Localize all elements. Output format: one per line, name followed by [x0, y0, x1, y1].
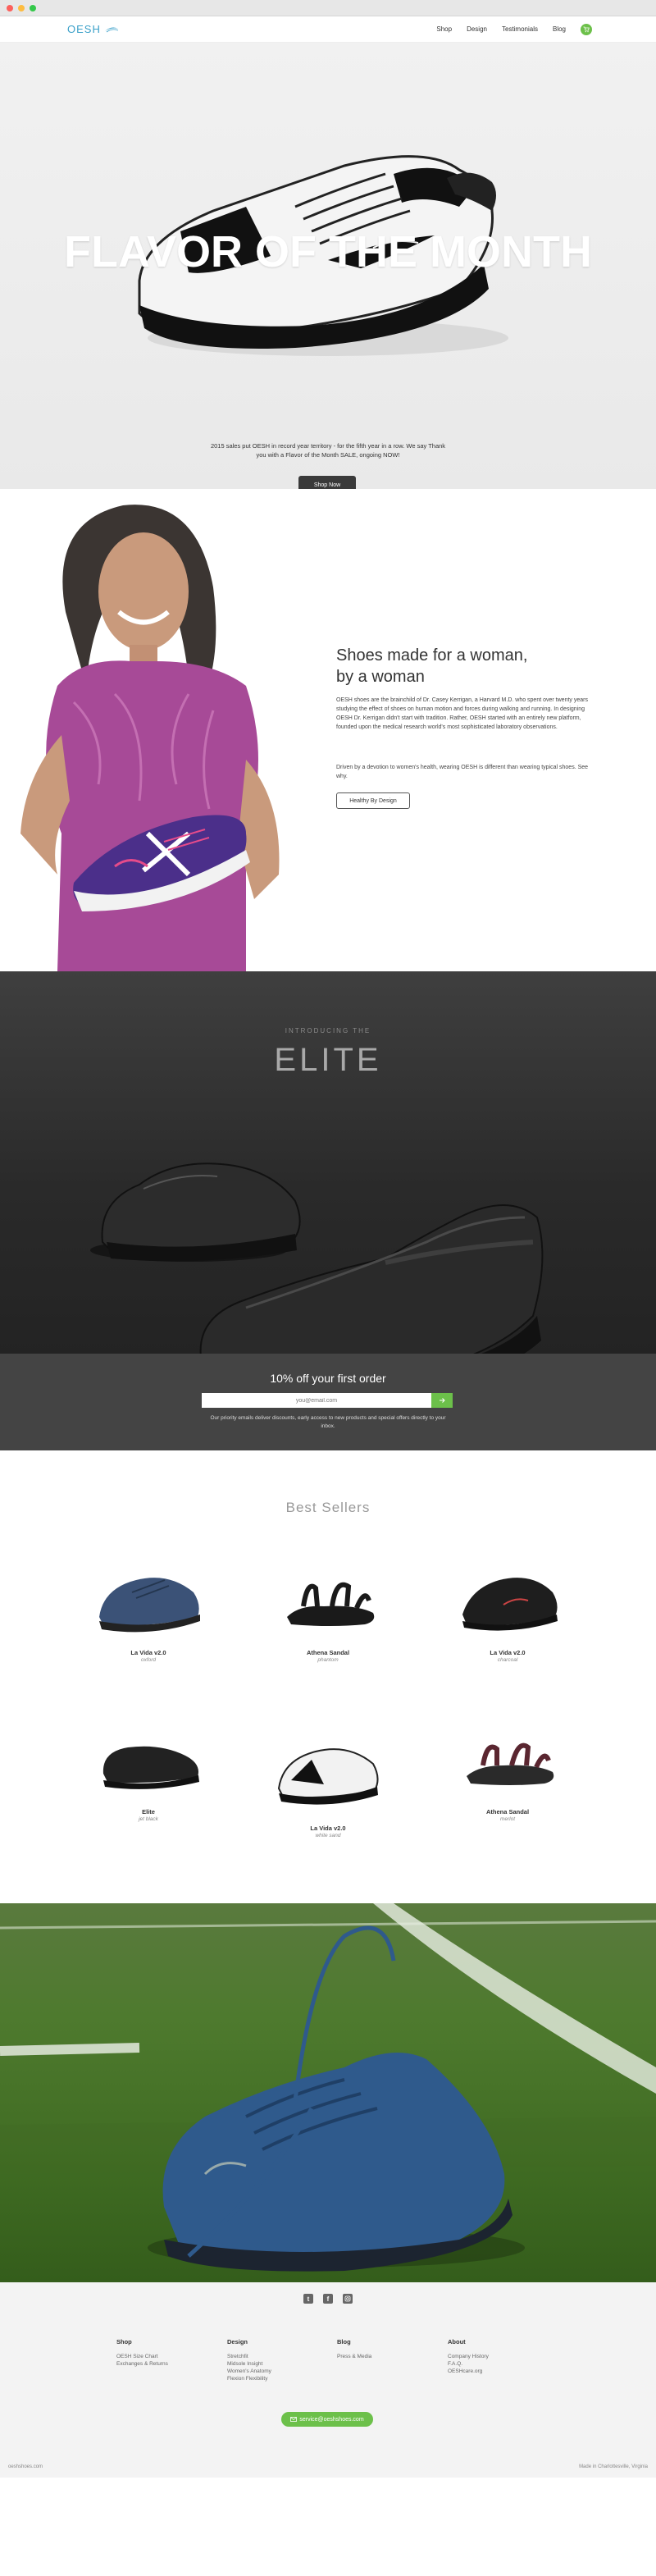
promo-banner: 10% off your first order Our priority em…: [0, 1354, 656, 1450]
footer: t f Shop OESH Size Chart Exchanges & Ret…: [0, 2282, 656, 2478]
logo[interactable]: OESH: [67, 23, 119, 35]
footer-link[interactable]: OESH Size Chart: [116, 2353, 215, 2360]
shop-now-button[interactable]: Shop Now: [298, 476, 356, 489]
woman-section: Shoes made for a woman, by a woman OESH …: [0, 489, 656, 971]
healthy-by-design-button[interactable]: Healthy By Design: [336, 792, 410, 809]
hero-section: FLAVOR OF THE MONTH 2015 sales put OESH …: [0, 43, 656, 489]
top-nav: OESH Shop Design Testimonials Blog: [0, 16, 656, 43]
email-service-button[interactable]: service@oeshshoes.com: [281, 2412, 373, 2427]
product-color: merlot: [499, 1816, 516, 1822]
product-name: La Vida v2.0: [130, 1649, 166, 1656]
footer-site-name: oeshshoes.com: [8, 2464, 43, 2469]
footer-column-blog: Blog Press & Media: [337, 2338, 435, 2360]
woman-heading-line2: by a woman: [336, 668, 425, 686]
email-address: service@oeshshoes.com: [299, 2416, 364, 2423]
maximize-window-dot[interactable]: [30, 4, 36, 11]
minimize-window-dot[interactable]: [18, 4, 25, 11]
promo-text: Our priority emails deliver discounts, e…: [210, 1415, 446, 1429]
nav-links: Shop Design Testimonials Blog: [436, 23, 592, 35]
social-links: t f: [0, 2294, 656, 2304]
hero-text-line2: you with a Flavor of the Month SALE, ong…: [256, 451, 400, 459]
browser-chrome: [0, 0, 656, 16]
founder-photo: [20, 505, 280, 971]
woman-heading: Shoes made for a woman, by a woman: [336, 645, 527, 687]
product-card[interactable]: La Vida v2.0 charcoal: [426, 1555, 590, 1663]
footer-column-title: Shop: [116, 2338, 132, 2345]
woman-paragraph-2: Driven by a devotion to women's health, …: [336, 765, 589, 779]
nav-link-blog[interactable]: Blog: [553, 25, 566, 33]
logo-swoosh-icon: [104, 27, 119, 32]
footer-link[interactable]: Exchanges & Returns: [116, 2360, 215, 2368]
footer-link[interactable]: Press & Media: [337, 2353, 435, 2360]
elite-shoes-image: [90, 1162, 544, 1354]
arrow-right-icon: [440, 1398, 445, 1403]
footer-link[interactable]: Flexion Flexibility: [227, 2375, 326, 2382]
product-color: jet black: [139, 1816, 158, 1822]
product-name: La Vida v2.0: [490, 1649, 526, 1656]
product-card[interactable]: Athena Sandal merlot: [426, 1715, 590, 1822]
footer-link[interactable]: Company History: [448, 2353, 546, 2360]
footer-link[interactable]: Midsole Insight: [227, 2360, 326, 2368]
footer-link[interactable]: F.A.Q.: [448, 2360, 546, 2368]
product-color: phantom: [317, 1657, 339, 1663]
promo-title: 10% off your first order: [270, 1372, 386, 1385]
logo-text: OESH: [67, 23, 101, 35]
hero-text: 2015 sales put OESH in record year terri…: [0, 441, 656, 459]
product-card[interactable]: La Vida v2.0 oxford: [66, 1555, 230, 1663]
hero-text-line1: 2015 sales put OESH in record year terri…: [210, 442, 446, 450]
best-sellers-title: Best Sellers: [285, 1500, 371, 1515]
turf-shoe-banner: [0, 1903, 656, 2282]
footer-made-in: Made in Charlottesville, Virginia: [579, 2464, 648, 2469]
product-color: charcoal: [497, 1657, 518, 1663]
product-name: La Vida v2.0: [310, 1825, 346, 1832]
email-submit-button[interactable]: [431, 1393, 453, 1408]
instagram-icon[interactable]: [343, 2294, 353, 2304]
footer-column-title: Design: [227, 2338, 248, 2345]
product-image: [277, 1748, 379, 1805]
product-image: [102, 1746, 199, 1789]
mail-icon: [290, 2417, 298, 2422]
woman-paragraph-1: OESH shoes are the brainchild of Dr. Cas…: [336, 697, 588, 730]
product-name: Elite: [142, 1808, 155, 1816]
footer-link[interactable]: Stretchfit: [227, 2353, 326, 2360]
cart-button[interactable]: [581, 23, 592, 35]
footer-link[interactable]: Women's Anatomy: [227, 2368, 326, 2375]
nav-link-testimonials[interactable]: Testimonials: [502, 25, 538, 33]
footer-column-about: About Company History F.A.Q. OESHcare.or…: [448, 2338, 546, 2375]
cart-icon: [583, 26, 590, 32]
product-image: [467, 1742, 554, 1785]
product-card[interactable]: Elite jet black: [66, 1715, 230, 1822]
product-card[interactable]: La Vida v2.0 white sand: [246, 1715, 410, 1838]
product-image: [99, 1578, 200, 1633]
footer-link[interactable]: OESHcare.org: [448, 2368, 546, 2375]
footer-column-design: Design Stretchfit Midsole Insight Women'…: [227, 2338, 326, 2382]
best-sellers-section: Best Sellers La Vida v2.0 oxford Athena …: [0, 1450, 656, 1903]
hero-title: FLAVOR OF THE MONTH: [64, 227, 592, 276]
product-color: oxford: [140, 1657, 157, 1663]
nav-link-shop[interactable]: Shop: [436, 25, 452, 33]
product-color: white sand: [315, 1833, 341, 1838]
nav-link-design[interactable]: Design: [467, 25, 487, 33]
product-image: [287, 1582, 375, 1626]
footer-column-shop: Shop OESH Size Chart Exchanges & Returns: [116, 2338, 215, 2368]
turf-shoe-image: [0, 1903, 656, 2272]
twitter-icon[interactable]: t: [303, 2294, 313, 2304]
email-input[interactable]: [202, 1393, 431, 1408]
product-image: [462, 1578, 558, 1631]
product-name: Athena Sandal: [306, 1649, 350, 1656]
product-name: Athena Sandal: [485, 1808, 530, 1816]
product-card[interactable]: Athena Sandal phantom: [246, 1555, 410, 1663]
close-window-dot[interactable]: [7, 4, 13, 11]
footer-column-title: Blog: [337, 2338, 351, 2345]
elite-section: INTRODUCING THE ELITE 10% off your first…: [0, 971, 656, 1450]
facebook-icon[interactable]: f: [323, 2294, 333, 2304]
woman-heading-line1: Shoes made for a woman,: [336, 646, 528, 665]
footer-column-title: About: [448, 2338, 466, 2345]
